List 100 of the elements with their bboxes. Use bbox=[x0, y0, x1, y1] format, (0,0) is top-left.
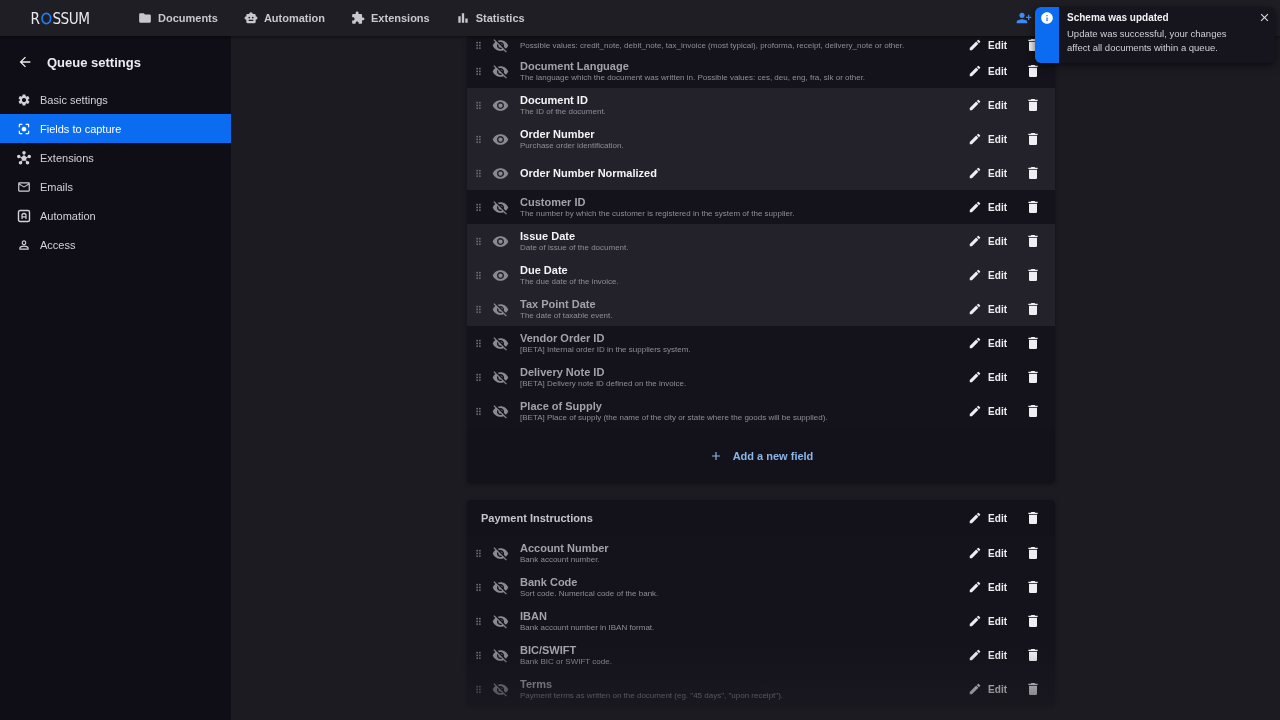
edit-button[interactable]: Edit bbox=[964, 62, 1011, 80]
close-icon bbox=[1258, 11, 1271, 24]
drag-handle-icon[interactable] bbox=[473, 337, 484, 349]
delete-button[interactable] bbox=[1025, 199, 1041, 215]
sidebar-title: Queue settings bbox=[47, 54, 141, 70]
delete-button[interactable] bbox=[1025, 165, 1041, 181]
eye-off-icon[interactable] bbox=[492, 300, 509, 318]
sidebar-item[interactable]: Extensions bbox=[0, 143, 231, 172]
drag-handle-icon[interactable] bbox=[473, 99, 484, 111]
eye-off-icon[interactable] bbox=[492, 36, 509, 54]
drag-handle-icon[interactable] bbox=[473, 167, 484, 179]
eye-off-icon[interactable] bbox=[492, 578, 509, 596]
delete-button[interactable] bbox=[1025, 267, 1041, 283]
delete-button[interactable] bbox=[1025, 335, 1041, 351]
bar-chart-icon bbox=[455, 11, 470, 25]
delete-button[interactable] bbox=[1025, 131, 1041, 147]
delete-button[interactable] bbox=[1025, 233, 1041, 249]
delete-button[interactable] bbox=[1025, 97, 1041, 113]
field-title: Tax Point Date bbox=[520, 298, 597, 310]
field-description: Sort code. Numerical code of the bank. bbox=[520, 589, 660, 598]
delete-button[interactable] bbox=[1025, 63, 1041, 79]
eye-off-icon[interactable] bbox=[492, 646, 509, 664]
edit-button[interactable]: Edit bbox=[964, 646, 1011, 664]
nav-link[interactable]: Statistics bbox=[455, 11, 525, 25]
edit-button[interactable]: Edit bbox=[964, 198, 1011, 216]
field-title: Document ID bbox=[520, 94, 589, 106]
edit-button[interactable]: Edit bbox=[964, 612, 1011, 630]
edit-button[interactable]: Edit bbox=[964, 266, 1011, 284]
field-description: Bank BIC or SWIFT code. bbox=[520, 657, 613, 666]
drag-handle-icon[interactable] bbox=[473, 371, 484, 383]
edit-button[interactable]: Edit bbox=[964, 402, 1011, 420]
field-description: Date of issue of the document. bbox=[520, 243, 630, 252]
edit-button[interactable]: Edit bbox=[964, 130, 1011, 148]
edit-button[interactable]: Edit bbox=[964, 368, 1011, 386]
logo[interactable]: R SSUM bbox=[30, 8, 90, 28]
eye-off-icon[interactable] bbox=[492, 680, 509, 698]
nav-link[interactable]: Automation bbox=[243, 11, 325, 25]
eye-off-icon[interactable] bbox=[492, 544, 509, 562]
drag-handle-icon[interactable] bbox=[473, 547, 484, 559]
edit-button[interactable]: Edit bbox=[964, 164, 1011, 182]
drag-handle-icon[interactable] bbox=[473, 683, 484, 695]
add-field-button[interactable]: Add a new field bbox=[702, 447, 820, 464]
gear-icon bbox=[17, 92, 31, 107]
sidebar-item[interactable]: Fields to capture bbox=[0, 114, 231, 143]
eye-off-icon[interactable] bbox=[492, 402, 509, 420]
pencil-icon bbox=[968, 580, 983, 594]
edit-button[interactable]: Edit bbox=[964, 680, 1011, 698]
drag-handle-icon[interactable] bbox=[473, 201, 484, 213]
delete-button[interactable] bbox=[1025, 579, 1041, 595]
back-icon[interactable] bbox=[17, 54, 33, 70]
nav-link[interactable]: Extensions bbox=[351, 11, 430, 25]
pencil-icon bbox=[968, 64, 983, 78]
automation-icon bbox=[17, 208, 31, 223]
delete-button[interactable] bbox=[1025, 510, 1041, 526]
drag-handle-icon[interactable] bbox=[473, 133, 484, 145]
field-title: Delivery Note ID bbox=[520, 366, 606, 378]
edit-button[interactable]: Edit bbox=[964, 334, 1011, 352]
field-title: Order Number Normalized bbox=[520, 167, 658, 179]
drag-handle-icon[interactable] bbox=[473, 235, 484, 247]
drag-handle-icon[interactable] bbox=[473, 65, 484, 77]
sidebar-item[interactable]: Access bbox=[0, 230, 231, 259]
add-user-icon[interactable] bbox=[1016, 10, 1032, 26]
delete-button[interactable] bbox=[1025, 681, 1041, 697]
edit-button[interactable]: Edit bbox=[964, 36, 1011, 54]
edit-button[interactable]: Edit bbox=[964, 300, 1011, 318]
drag-handle-icon[interactable] bbox=[473, 405, 484, 417]
edit-button[interactable]: Edit bbox=[964, 96, 1011, 114]
eye-off-icon[interactable] bbox=[492, 198, 509, 216]
edit-button[interactable]: Edit bbox=[964, 232, 1011, 250]
drag-handle-icon[interactable] bbox=[473, 269, 484, 281]
eye-off-icon[interactable] bbox=[492, 62, 509, 80]
edit-button[interactable]: Edit bbox=[964, 578, 1011, 596]
pencil-icon bbox=[968, 166, 983, 180]
drag-handle-icon[interactable] bbox=[473, 39, 484, 51]
edit-button[interactable]: Edit bbox=[964, 509, 1011, 527]
drag-handle-icon[interactable] bbox=[473, 303, 484, 315]
delete-button[interactable] bbox=[1025, 301, 1041, 317]
section-title: Payment Instructions bbox=[481, 512, 594, 524]
delete-button[interactable] bbox=[1025, 647, 1041, 663]
drag-handle-icon[interactable] bbox=[473, 615, 484, 627]
drag-handle-icon[interactable] bbox=[473, 649, 484, 661]
pencil-icon bbox=[968, 268, 983, 282]
field-description: Possible values: credit_note, debit_note, tax_invoice (most typical), proforma, receipt, delivery_note or other. bbox=[520, 40, 906, 50]
eye-off-icon[interactable] bbox=[492, 334, 509, 352]
sidebar-item[interactable]: Emails bbox=[0, 172, 231, 201]
eye-off-icon[interactable] bbox=[492, 612, 509, 630]
edit-button[interactable]: Edit bbox=[964, 544, 1011, 562]
delete-button[interactable] bbox=[1025, 613, 1041, 629]
delete-button[interactable] bbox=[1025, 545, 1041, 561]
sidebar-item[interactable]: Basic settings bbox=[0, 85, 231, 114]
sidebar-item[interactable]: Automation bbox=[0, 201, 231, 230]
drag-handle-icon[interactable] bbox=[473, 581, 484, 593]
eye-off-icon[interactable] bbox=[492, 368, 509, 386]
robot-icon bbox=[243, 11, 258, 25]
nodes-icon bbox=[17, 150, 31, 165]
puzzle-icon bbox=[351, 11, 365, 25]
delete-button[interactable] bbox=[1025, 403, 1041, 419]
nav-link[interactable]: Documents bbox=[138, 11, 218, 25]
delete-button[interactable] bbox=[1025, 369, 1041, 385]
field-description: Bank account number in IBAN format. bbox=[520, 623, 656, 632]
